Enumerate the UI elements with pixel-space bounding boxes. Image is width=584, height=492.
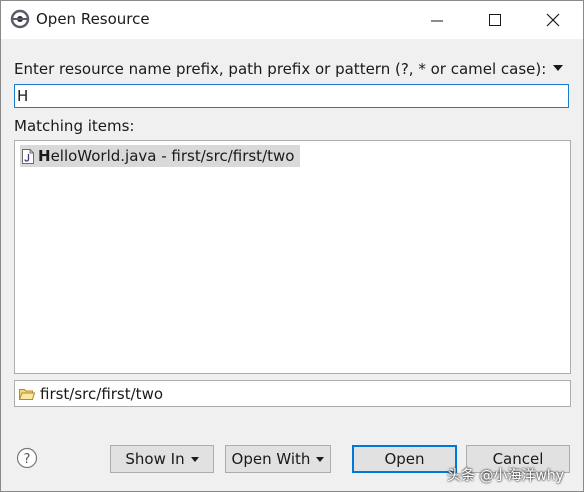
resource-search-input[interactable] <box>14 84 569 108</box>
list-item[interactable]: HelloWorld.java - first/src/first/two <box>20 145 301 167</box>
minimize-icon <box>431 20 443 22</box>
minimize-button[interactable] <box>407 1 467 39</box>
chevron-down-icon <box>190 456 199 462</box>
close-button[interactable] <box>523 1 583 39</box>
svg-text:?: ? <box>24 452 31 467</box>
dialog-content: Enter resource name prefix, path prefix … <box>1 39 583 491</box>
eclipse-app-icon <box>10 9 30 29</box>
open-resource-dialog: Open Resource Enter resource name prefix… <box>0 0 584 492</box>
open-button[interactable]: Open <box>352 445 457 473</box>
maximize-icon <box>489 14 501 26</box>
chevron-down-icon <box>316 456 325 462</box>
watermark-text: 头条 @小海洋why <box>447 468 565 484</box>
matching-items-label: Matching items: <box>14 117 135 135</box>
selected-path-status: first/src/first/two <box>14 380 571 407</box>
view-menu-icon[interactable] <box>553 65 563 71</box>
open-with-button[interactable]: Open With <box>225 445 331 473</box>
open-label: Open <box>384 450 425 468</box>
title-bar: Open Resource <box>1 1 583 39</box>
window-title: Open Resource <box>36 10 150 28</box>
open-with-label: Open With <box>231 450 311 468</box>
show-in-label: Show In <box>125 450 185 468</box>
java-file-icon <box>22 148 34 164</box>
result-label: HelloWorld.java - first/src/first/two <box>38 147 295 165</box>
show-in-button[interactable]: Show In <box>110 445 214 473</box>
folder-icon <box>19 388 35 400</box>
pattern-prompt-label: Enter resource name prefix, path prefix … <box>14 60 547 78</box>
help-icon[interactable]: ? <box>16 447 38 469</box>
maximize-button[interactable] <box>465 1 525 39</box>
matching-items-list[interactable]: HelloWorld.java - first/src/first/two <box>14 140 571 374</box>
status-path-text: first/src/first/two <box>40 384 164 403</box>
close-icon <box>546 13 560 27</box>
